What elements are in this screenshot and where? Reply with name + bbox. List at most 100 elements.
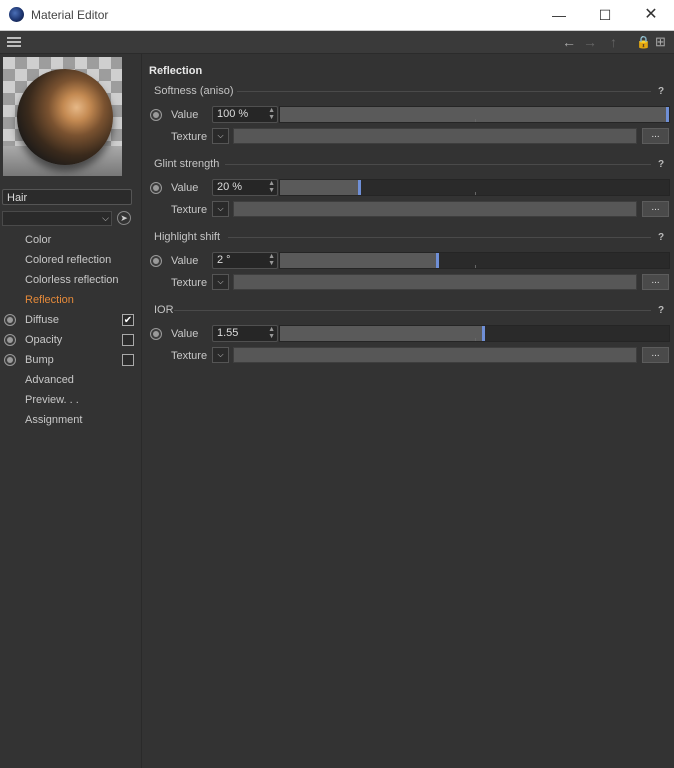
help-icon[interactable]: ?	[658, 86, 664, 97]
help-icon[interactable]: ?	[658, 159, 664, 170]
slider-knob[interactable]	[358, 180, 361, 195]
menu-icon[interactable]	[7, 37, 21, 48]
material-dropdown[interactable]: ⌵	[2, 211, 112, 226]
slider-tick	[475, 119, 476, 122]
texture-more-button[interactable]: ...	[642, 201, 669, 217]
channel-item[interactable]: Opacity	[25, 332, 62, 348]
help-icon[interactable]: ?	[658, 305, 664, 316]
value-text: 20 %	[217, 181, 243, 193]
help-icon[interactable]: ?	[658, 232, 664, 243]
channel-radio[interactable]	[4, 334, 16, 346]
channel-label: Preview. . .	[25, 394, 79, 406]
channel-label: Reflection	[25, 294, 74, 306]
channel-label: Opacity	[25, 334, 63, 346]
texture-label: Texture	[171, 204, 208, 216]
forward-arrow-icon[interactable]: →	[583, 34, 597, 50]
new-window-icon[interactable]: ⊞	[655, 34, 666, 50]
attributes-panel: Reflection Softness (aniso) ? Value 100 …	[142, 54, 674, 768]
back-arrow-icon[interactable]: ←	[562, 34, 576, 50]
texture-dropdown-button[interactable]: ⌵	[212, 274, 229, 290]
channel-item[interactable]: Bump	[25, 352, 54, 368]
channel-item[interactable]: Diffuse	[25, 312, 59, 328]
texture-field[interactable]	[233, 128, 637, 144]
animate-radio[interactable]	[150, 328, 162, 340]
texture-dropdown-button[interactable]: ⌵	[212, 347, 229, 363]
channel-item[interactable]: Assignment	[25, 412, 82, 428]
material-preview[interactable]	[3, 57, 122, 176]
spinner-icon[interactable]: ▲ ▼	[268, 326, 275, 340]
channel-radio[interactable]	[4, 354, 16, 366]
spinner-icon[interactable]: ▲ ▼	[268, 180, 275, 194]
close-button[interactable]: ✕	[628, 0, 674, 30]
channel-item[interactable]: Reflection	[25, 292, 74, 308]
channel-item[interactable]: Color	[25, 232, 51, 248]
value-input[interactable]: 2 ° ▲ ▼	[212, 252, 278, 269]
group-label: Glint strength	[154, 158, 220, 170]
maximize-button[interactable]: ☐	[582, 0, 628, 30]
channel-item[interactable]: Advanced	[25, 372, 74, 388]
texture-more-button[interactable]: ...	[642, 274, 669, 290]
group-divider	[228, 237, 651, 238]
cinema4d-app-icon	[9, 7, 24, 22]
texture-label: Texture	[171, 131, 208, 143]
texture-more-button[interactable]: ...	[642, 347, 669, 363]
slider-tick	[475, 338, 476, 341]
title-bar: Material Editor — ☐ ✕	[0, 0, 674, 31]
texture-label: Texture	[171, 277, 208, 289]
channel-label: Bump	[25, 354, 54, 366]
slider-tick	[475, 192, 476, 195]
group-divider	[174, 310, 651, 311]
spinner-icon[interactable]: ▲ ▼	[268, 253, 275, 267]
slider-tick	[475, 265, 476, 268]
slider-knob[interactable]	[666, 107, 669, 122]
texture-more-button[interactable]: ...	[642, 128, 669, 144]
channel-label: Assignment	[25, 414, 83, 426]
channel-checkbox[interactable]	[122, 354, 134, 366]
value-input[interactable]: 100 % ▲ ▼	[212, 106, 278, 123]
up-arrow-icon[interactable]: ↑	[610, 34, 617, 50]
texture-dropdown-button[interactable]: ⌵	[212, 201, 229, 217]
group-label: IOR	[154, 304, 174, 316]
channel-label: Colored reflection	[25, 254, 112, 266]
value-text: 1.55	[217, 327, 239, 339]
spinner-icon[interactable]: ▲ ▼	[268, 107, 275, 121]
chevron-down-icon: ⌵	[102, 213, 109, 223]
channel-item[interactable]: Colorless reflection	[25, 272, 119, 288]
slider-fill	[280, 180, 358, 195]
window-title: Material Editor	[31, 8, 109, 22]
lock-icon[interactable]: 🔒	[636, 34, 651, 50]
value-text: 2 °	[217, 254, 231, 266]
texture-field[interactable]	[233, 347, 637, 363]
value-slider[interactable]	[279, 325, 670, 342]
group-label: Highlight shift	[154, 231, 221, 243]
value-slider[interactable]	[279, 252, 670, 269]
channel-item[interactable]: Preview. . .	[25, 392, 79, 408]
value-input[interactable]: 20 % ▲ ▼	[212, 179, 278, 196]
value-slider[interactable]	[279, 106, 670, 123]
value-input[interactable]: 1.55 ▲ ▼	[212, 325, 278, 342]
channel-radio[interactable]	[4, 314, 16, 326]
texture-field[interactable]	[233, 274, 637, 290]
texture-label: Texture	[171, 350, 208, 362]
channel-item[interactable]: Colored reflection	[25, 252, 111, 268]
channel-checkbox[interactable]: ✔	[122, 314, 134, 326]
section-title: Reflection	[149, 65, 203, 77]
value-slider[interactable]	[279, 179, 670, 196]
animate-radio[interactable]	[150, 109, 162, 121]
texture-field[interactable]	[233, 201, 637, 217]
channel-label: Diffuse	[25, 314, 60, 326]
value-text: 100 %	[217, 108, 249, 120]
group-divider	[237, 91, 651, 92]
value-label: Value	[171, 109, 199, 121]
channel-label: Advanced	[25, 374, 74, 386]
slider-knob[interactable]	[482, 326, 485, 341]
channel-label: Colorless reflection	[25, 274, 119, 286]
texture-dropdown-button[interactable]: ⌵	[212, 128, 229, 144]
minimize-button[interactable]: —	[536, 0, 582, 30]
channel-checkbox[interactable]	[122, 334, 134, 346]
animate-radio[interactable]	[150, 255, 162, 267]
animate-radio[interactable]	[150, 182, 162, 194]
material-name-field[interactable]: Hair	[2, 189, 132, 205]
picker-arrow-icon[interactable]: ➤	[117, 211, 131, 225]
slider-knob[interactable]	[436, 253, 439, 268]
